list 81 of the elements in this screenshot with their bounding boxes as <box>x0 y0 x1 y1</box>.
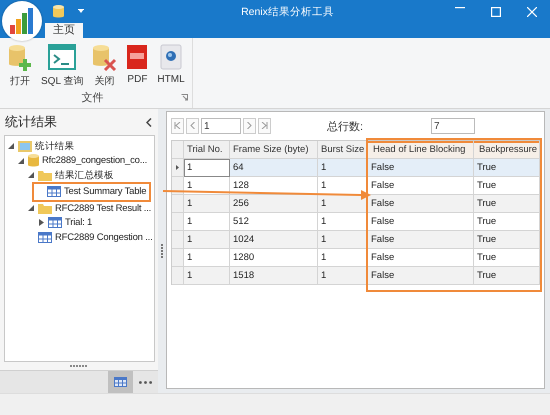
tree-item[interactable]: 结果汇总模板 <box>27 168 116 182</box>
dropdown-icon[interactable] <box>78 9 84 14</box>
page-field[interactable]: 1 <box>201 118 241 134</box>
table-cell: 1 <box>318 267 368 285</box>
group-label: 文件 <box>80 90 104 105</box>
bar-chart-logo <box>9 7 35 35</box>
globe-page-icon <box>160 44 182 70</box>
table-cell: True <box>474 231 540 249</box>
table-icon <box>48 217 62 228</box>
window-title: Renix结果分析工具 <box>240 4 335 18</box>
expanded-icon[interactable] <box>18 158 24 164</box>
column-header[interactable]: Head of Line Blocking <box>368 141 474 159</box>
last-page-button[interactable] <box>258 118 271 134</box>
table-cell: True <box>474 159 540 177</box>
maximize-icon[interactable] <box>491 6 501 16</box>
pdf-file-icon <box>126 44 148 70</box>
next-page-icon <box>247 122 252 128</box>
database-icon[interactable] <box>53 5 64 18</box>
tree-item[interactable]: RFC2889 Congestion ... <box>27 230 154 244</box>
close-icon[interactable] <box>527 6 537 16</box>
table-cell: False <box>368 231 474 249</box>
table-cell: 1024 <box>230 231 318 249</box>
table-cell: False <box>368 159 474 177</box>
table-cell: 1 <box>184 159 230 177</box>
table-icon <box>38 232 52 243</box>
tree-item[interactable]: Trial: 1 <box>37 216 94 230</box>
table-cell: True <box>474 267 540 285</box>
table-cell: 1518 <box>230 267 318 285</box>
table-cell: 1 <box>318 159 368 177</box>
collapse-icon[interactable] <box>146 118 152 126</box>
table-cell: 1 <box>318 231 368 249</box>
expanded-icon[interactable] <box>8 143 14 150</box>
table-cell: False <box>368 267 474 285</box>
expanded-icon[interactable] <box>28 172 34 178</box>
toolbar-button[interactable]: PDF <box>122 41 152 90</box>
folder-icon <box>38 202 52 214</box>
database-add-icon <box>7 43 33 71</box>
database-remove-icon <box>91 43 118 71</box>
folder-icon <box>38 170 52 181</box>
chart-folder-icon <box>18 140 32 152</box>
tree-item[interactable]: Rfc2889_congestion_co... <box>17 154 150 168</box>
table-cell: 1 <box>184 267 230 285</box>
toolbar-button[interactable]: 关闭 <box>88 41 120 90</box>
first-page-icon <box>174 122 181 128</box>
column-header[interactable]: Backpressure <box>474 141 540 159</box>
dialog-launcher-icon[interactable] <box>180 94 188 101</box>
minimize-icon[interactable] <box>455 6 465 8</box>
column-header[interactable]: Frame Size (byte) <box>230 141 318 159</box>
previous-page-icon <box>190 122 195 128</box>
last-page-icon <box>261 122 268 128</box>
table-cell: 256 <box>230 195 318 213</box>
view-button[interactable] <box>108 371 133 393</box>
total-rows-label: 总行数: <box>327 120 364 134</box>
database-icon <box>28 154 39 168</box>
tree-item[interactable]: RFC2889 Test Result ... <box>27 201 154 216</box>
expanded-icon[interactable] <box>28 205 34 212</box>
total-rows-field[interactable]: 7 <box>431 118 475 134</box>
table-cell: 64 <box>230 159 318 177</box>
table-cell: True <box>474 195 540 213</box>
table-icon <box>114 377 127 387</box>
more-icon <box>139 380 152 384</box>
row-header[interactable] <box>172 159 184 177</box>
panel-title: 统计结果 <box>5 113 57 131</box>
toolbar-button[interactable]: SQL 查询 <box>38 41 86 90</box>
column-header[interactable]: Trial No. <box>184 141 230 159</box>
next-page-button[interactable] <box>243 118 256 134</box>
previous-page-button[interactable] <box>186 118 199 134</box>
table-cell: 1 <box>184 195 230 213</box>
table-cell: False <box>368 195 474 213</box>
collapsed-icon[interactable] <box>38 219 44 226</box>
table-cell: 1 <box>184 231 230 249</box>
toolbar-button[interactable]: 打开 <box>4 41 36 90</box>
first-page-button[interactable] <box>171 118 184 134</box>
tree-item[interactable]: 统计结果 <box>7 139 76 154</box>
table-icon <box>47 186 61 198</box>
terminal-icon <box>48 43 76 71</box>
table-cell: 1 <box>318 195 368 213</box>
toolbar-button[interactable]: HTML <box>154 41 188 90</box>
ribbon-tab[interactable]: 主页 <box>45 23 83 38</box>
tree-item[interactable]: Test Summary Table <box>34 184 150 200</box>
column-header[interactable]: Burst Size <box>318 141 368 159</box>
